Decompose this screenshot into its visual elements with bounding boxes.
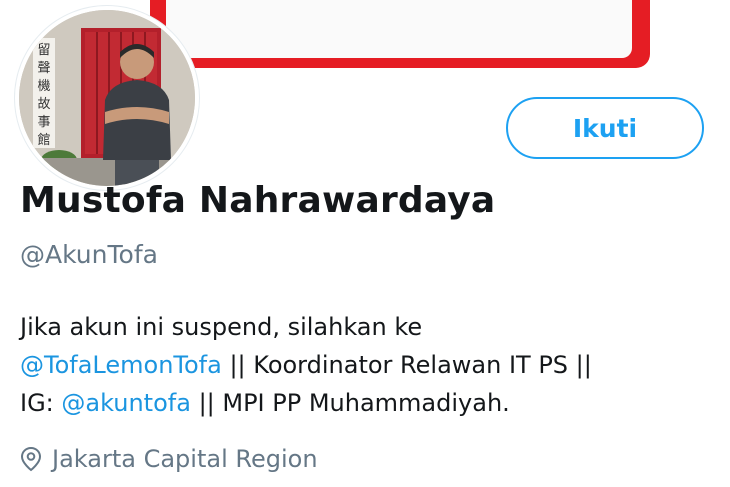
svg-text:聲: 聲 (37, 60, 50, 76)
location-text: Jakarta Capital Region (52, 445, 318, 473)
svg-text:留: 留 (37, 43, 50, 58)
banner-panel (166, 0, 632, 58)
svg-text:事: 事 (37, 115, 50, 130)
follow-button[interactable]: Ikuti (506, 97, 704, 159)
avatar-photo: 留 聲 機 故 事 館 (19, 10, 195, 186)
avatar[interactable]: 留 聲 機 故 事 館 (15, 6, 199, 190)
profile-bio: Jika akun ini suspend, silahkan ke @Tofa… (20, 308, 592, 422)
svg-text:機: 機 (37, 79, 50, 94)
bio-line-1: Jika akun ini suspend, silahkan ke (20, 313, 423, 341)
bio-line-3-text: || MPI PP Muhammadiyah. (190, 389, 510, 417)
profile-name: Mustofa Nahrawardaya (20, 180, 496, 221)
bio-line-2: @TofaLemonTofa || Koordinator Relawan IT… (20, 346, 592, 384)
location-pin-icon (20, 446, 42, 472)
profile-location: Jakarta Capital Region (20, 445, 318, 473)
header-banner (150, 0, 650, 68)
svg-text:館: 館 (37, 133, 50, 148)
svg-text:故: 故 (37, 97, 50, 112)
bio-line-3: IG: @akuntofa || MPI PP Muhammadiyah. (20, 384, 592, 422)
profile-handle[interactable]: @AkunTofa (20, 240, 158, 269)
bio-instagram-link[interactable]: @akuntofa (61, 389, 191, 417)
bio-line-2-text: || Koordinator Relawan IT PS || (221, 351, 592, 379)
bio-line-3-prefix: IG: (20, 389, 62, 417)
bio-mention-link[interactable]: @TofaLemonTofa (20, 351, 222, 379)
